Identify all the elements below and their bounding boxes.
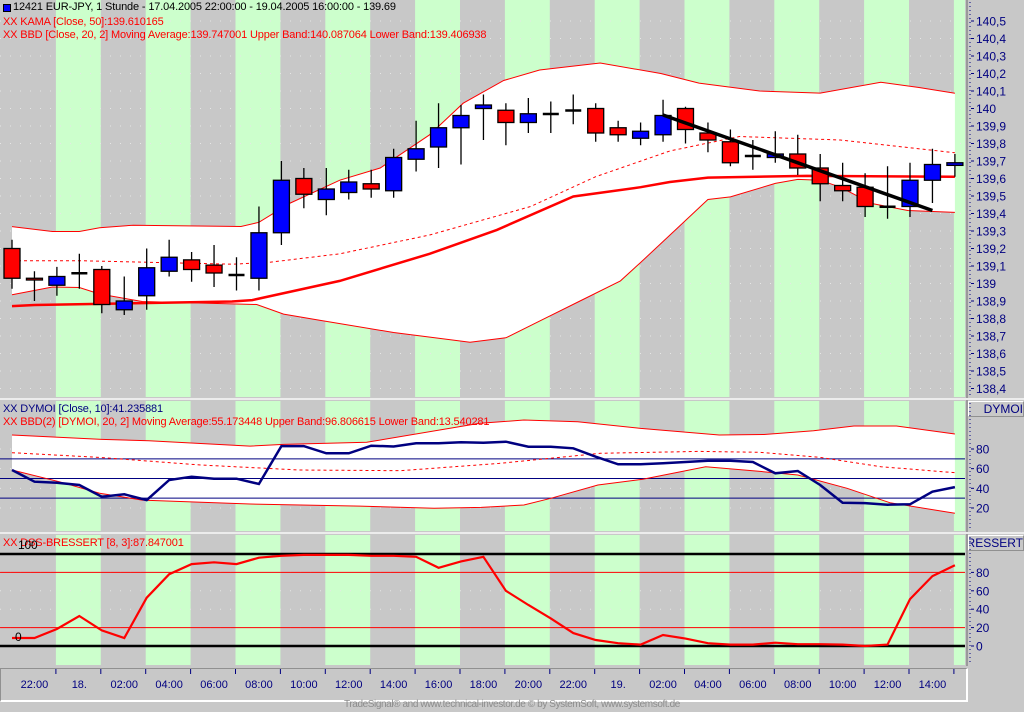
candle-body-up bbox=[384, 156, 403, 192]
axis-tick-label: 139 bbox=[976, 277, 996, 291]
candle-body-down bbox=[182, 259, 201, 271]
candle-body-down bbox=[362, 183, 380, 190]
candle-body-up bbox=[474, 104, 493, 110]
axis-tick-label: 139,4 bbox=[976, 207, 1006, 221]
candle-body-up bbox=[452, 114, 470, 129]
axis-tick-label: 139,8 bbox=[976, 137, 1006, 151]
chart-title: 12421 EUR-JPY, 1 Stunde - 17.04.2005 22:… bbox=[13, 1, 396, 13]
axis-tick-label: 80 bbox=[976, 443, 990, 457]
chart-canvas: 140,5 140,4 140,3 140,2 140,1 140 139,9 139,8 13… bbox=[0, 0, 1024, 691]
dymoi-axis-title-text: DYMOI bbox=[983, 402, 1023, 416]
axis-tick-label: 140,4 bbox=[976, 32, 1006, 46]
candle-doji bbox=[71, 272, 88, 275]
dymoi-legend[interactable]: XX DYMOI [Close, 10]:41.235881 bbox=[3, 403, 163, 416]
axis-tick-label: 140 bbox=[976, 102, 996, 116]
session-band bbox=[145, 0, 191, 397]
candle-body-down bbox=[295, 177, 313, 195]
axis-tick-label: 138,8 bbox=[976, 312, 1006, 326]
candle-body-down bbox=[587, 107, 605, 134]
candle-doji bbox=[744, 154, 761, 158]
axis-tick-label: 40 bbox=[976, 603, 990, 617]
axis-tick-label: 0 bbox=[976, 640, 983, 654]
bressert-axis-title: BRESSERT bbox=[968, 535, 1024, 551]
candle-body-up bbox=[519, 113, 537, 124]
candle-body-down bbox=[609, 127, 627, 136]
bressert-level-100-label: 100 bbox=[18, 538, 38, 552]
axis-tick-label: 80 bbox=[976, 566, 990, 580]
axis-separator bbox=[966, 0, 968, 666]
bressert-axis-title-text: BRESSERT bbox=[969, 536, 1023, 550]
kama-legend[interactable]: XX KAMA [Close, 50]:139.610165 bbox=[3, 16, 164, 29]
axis-tick-label: 139,5 bbox=[976, 190, 1006, 204]
candle-doji bbox=[228, 273, 245, 277]
panel-separator bbox=[0, 398, 1024, 400]
candle-body-down bbox=[25, 277, 44, 281]
axis-tick-label: 139,1 bbox=[976, 260, 1006, 274]
axis-tick-label: 140,2 bbox=[976, 67, 1006, 81]
session-band bbox=[55, 0, 101, 397]
candle-body-up bbox=[272, 179, 291, 234]
candle-body-up bbox=[923, 163, 942, 181]
candle-body-up bbox=[250, 232, 268, 279]
axis-tick-label: 139,7 bbox=[976, 155, 1006, 169]
axis-tick-label: 139,6 bbox=[976, 172, 1006, 186]
candle-doji bbox=[565, 109, 582, 112]
candle-body-down bbox=[3, 247, 21, 279]
axis-tick-label: 139,9 bbox=[976, 120, 1006, 134]
axis-tick-label: 138,7 bbox=[976, 330, 1006, 344]
axis-tick-label: 140,1 bbox=[976, 85, 1006, 99]
candle-body-down bbox=[205, 264, 223, 274]
candle-body-up bbox=[946, 162, 964, 167]
axis-tick-label: 138,9 bbox=[976, 295, 1006, 309]
candle-body-up bbox=[138, 267, 156, 297]
candle-body-up bbox=[317, 188, 335, 201]
bollinger-legend[interactable]: XX BBD [Close, 20, 2] Moving Average:139… bbox=[3, 29, 486, 42]
candle-body-up bbox=[160, 256, 178, 272]
axis-tick-label: 138,6 bbox=[976, 347, 1006, 361]
candle-doji bbox=[542, 112, 559, 116]
time-axis bbox=[0, 668, 968, 702]
session-band bbox=[774, 0, 820, 397]
bressert-level-0-label: 0 bbox=[15, 630, 22, 644]
dymoi-axis-title: DYMOI bbox=[968, 401, 1024, 417]
candle-body-down bbox=[834, 184, 852, 192]
candle-body-down bbox=[721, 141, 740, 164]
candle-body-up bbox=[631, 130, 650, 139]
footer-credits: TradeSignal® and www.technical-investor.… bbox=[344, 699, 680, 710]
axis-tick-label: 60 bbox=[976, 584, 990, 598]
candle-body-up bbox=[48, 275, 66, 286]
bress-panel bbox=[0, 535, 965, 665]
candle-body-up bbox=[340, 181, 358, 194]
candle-body-up bbox=[115, 300, 133, 311]
axis-tick-label: 139,2 bbox=[976, 242, 1006, 256]
axis-tick-label: 140,5 bbox=[976, 15, 1006, 29]
axis-tick-label: 40 bbox=[976, 482, 990, 496]
candle-body-up bbox=[429, 127, 448, 148]
candle-body-down bbox=[93, 268, 111, 306]
axis-tick-label: 20 bbox=[976, 621, 990, 635]
axis-tick-label: 20 bbox=[976, 501, 990, 515]
axis-tick-label: 139,3 bbox=[976, 225, 1006, 239]
blue-square-icon bbox=[3, 4, 11, 12]
panel-separator bbox=[0, 532, 1024, 534]
dymoi-bollinger-legend[interactable]: XX BBD(2) [DYMOI, 20, 2] Moving Average:… bbox=[3, 416, 490, 429]
axis-tick-label: 138,4 bbox=[976, 382, 1006, 396]
price-panel bbox=[0, 0, 965, 397]
axis-tick-label: 138,5 bbox=[976, 365, 1006, 379]
candle-body-up bbox=[407, 148, 425, 160]
axis-tick-label: 140,3 bbox=[976, 50, 1006, 64]
candle-doji bbox=[879, 205, 896, 208]
axis-tick-label: 60 bbox=[976, 462, 990, 476]
candle-body-down bbox=[497, 109, 515, 124]
